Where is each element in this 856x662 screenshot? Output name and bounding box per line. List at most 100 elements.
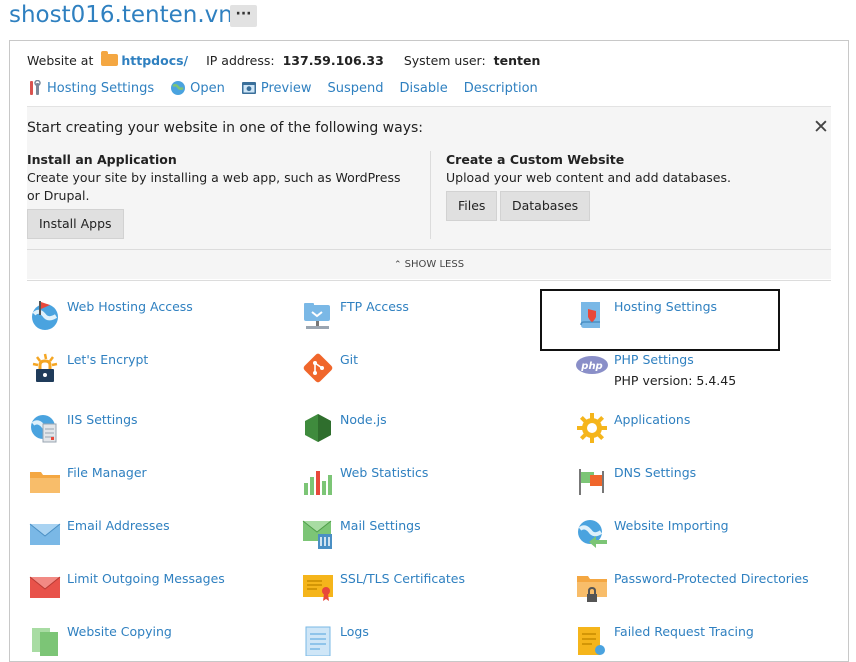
tool-label: IIS Settings [67,412,138,427]
tool-ssl-tls-certificates[interactable]: SSL/TLS Certificates [302,571,465,603]
preview-action[interactable]: Preview [241,80,312,96]
dns-settings-icon [579,469,604,495]
tool-label: Node.js [340,412,387,427]
highlight-box [540,289,780,351]
tool-limit-outgoing-messages[interactable]: Limit Outgoing Messages [29,571,225,603]
tool-ftp-access[interactable]: FTP Access [302,299,409,331]
tool-label: FTP Access [340,299,409,314]
tool-label: Failed Request Tracing [614,624,754,639]
tool-web-hosting-access[interactable]: Web Hosting Access [29,299,193,331]
databases-button[interactable]: Databases [500,191,591,221]
show-less-toggle[interactable]: ⌃ SHOW LESS [27,249,831,281]
tool-dns-settings[interactable]: DNS Settings [576,465,696,497]
files-button[interactable]: Files [446,191,498,221]
ssl-certificate-icon [303,575,333,601]
iis-settings-icon [31,415,57,443]
tools-icon [30,80,41,95]
more-options-button[interactable]: ··· [230,5,257,27]
email-addresses-icon [29,523,61,545]
tool-label: Web Statistics [340,465,429,480]
svg-text:php: php [580,361,602,372]
ip-label: IP address: [206,53,275,68]
action-label: Open [190,80,225,96]
show-less-label: SHOW LESS [404,259,465,270]
tool-label: Website Copying [67,624,172,639]
nodejs-icon [305,414,331,442]
close-icon[interactable]: ✕ [812,118,830,137]
website-info-line: Website at httpdocs/ IP address: 137.59.… [27,51,556,68]
ip-value: 137.59.106.33 [282,53,384,68]
suspend-action[interactable]: Suspend [328,81,384,96]
chevron-up-icon: ⌃ [393,260,402,270]
tool-label: Limit Outgoing Messages [67,571,225,586]
action-label: Hosting Settings [47,80,155,96]
tool-git[interactable]: Git [302,352,358,384]
php-version-text: PHP version: 5.4.45 [614,373,737,388]
website-importing-icon [578,520,607,548]
hosting-settings-action[interactable]: Hosting Settings [27,80,154,96]
logs-icon [305,626,331,656]
tool-label: Email Addresses [67,518,170,533]
file-manager-folder-icon [30,472,60,493]
tool-logs[interactable]: Logs [302,624,369,656]
description-action[interactable]: Description [464,81,538,96]
preview-icon [241,82,256,94]
tool-lets-encrypt[interactable]: Let's Encrypt [29,352,148,384]
tool-applications[interactable]: Applications [576,412,690,444]
tool-label: Web Hosting Access [67,299,193,314]
domain-title[interactable]: shost016.tenten.vn [9,0,233,30]
tool-mail-settings[interactable]: Mail Settings [302,518,421,550]
tool-iis-settings[interactable]: IIS Settings [29,412,138,444]
folder-icon [101,51,119,66]
failed-request-tracing-icon [578,627,605,655]
website-at-label: Website at [27,53,94,68]
start-creating-title: Start creating your website in one of th… [27,120,423,136]
tool-label: Git [340,352,359,367]
globe-icon [171,81,186,95]
website-copying-icon [32,628,58,656]
tool-website-importing[interactable]: Website Importing [576,518,729,550]
password-protected-directories-icon [577,576,607,602]
ftp-access-icon [304,303,330,329]
tool-label: Applications [614,412,691,427]
tool-password-protected-directories[interactable]: Password-Protected Directories [576,571,809,603]
install-app-title: Install an Application [27,152,177,167]
php-icon: php [576,356,608,374]
open-action[interactable]: Open [170,80,225,96]
system-user-value: tenten [493,53,541,68]
web-hosting-access-icon [32,301,58,330]
mail-settings-icon [302,520,332,549]
custom-website-description: Upload your web content and add database… [446,170,731,185]
website-panel: Website at httpdocs/ IP address: 137.59.… [9,40,849,662]
tool-web-statistics[interactable]: Web Statistics [302,465,428,497]
tool-nodejs[interactable]: Node.js [302,412,387,444]
install-app-description: Create your site by installing a web app… [27,170,401,203]
tool-label: DNS Settings [614,465,697,480]
docroot-link[interactable]: httpdocs/ [121,53,188,68]
custom-website-title: Create a Custom Website [446,152,625,167]
limit-outgoing-messages-icon [29,576,61,598]
install-apps-button[interactable]: Install Apps [27,209,124,239]
web-statistics-icon [304,471,332,495]
action-label: Preview [260,80,312,96]
disable-action[interactable]: Disable [400,81,448,96]
website-actions: Hosting Settings Open Preview Suspend Di… [27,80,554,96]
tool-label: Logs [340,624,369,639]
tool-label: Mail Settings [340,518,421,533]
tool-failed-request-tracing[interactable]: Failed Request Tracing [576,624,754,656]
tool-label: Let's Encrypt [67,352,149,367]
tool-file-manager[interactable]: File Manager [29,465,147,497]
tool-label: Password-Protected Directories [614,571,809,586]
start-creating-box: Start creating your website in one of th… [27,107,831,281]
tool-label: File Manager [67,465,147,480]
tool-php-settings[interactable]: php PHP Settings PHP version: 5.4.45 [576,352,736,390]
tool-email-addresses[interactable]: Email Addresses [29,518,170,550]
tool-website-copying[interactable]: Website Copying [29,624,172,656]
tool-label: PHP Settings [614,352,694,367]
tool-label: SSL/TLS Certificates [340,571,465,586]
git-icon [303,353,333,383]
column-divider [430,151,431,239]
tool-label: Website Importing [614,518,729,533]
lets-encrypt-icon [32,353,58,382]
applications-gear-icon [577,413,607,443]
